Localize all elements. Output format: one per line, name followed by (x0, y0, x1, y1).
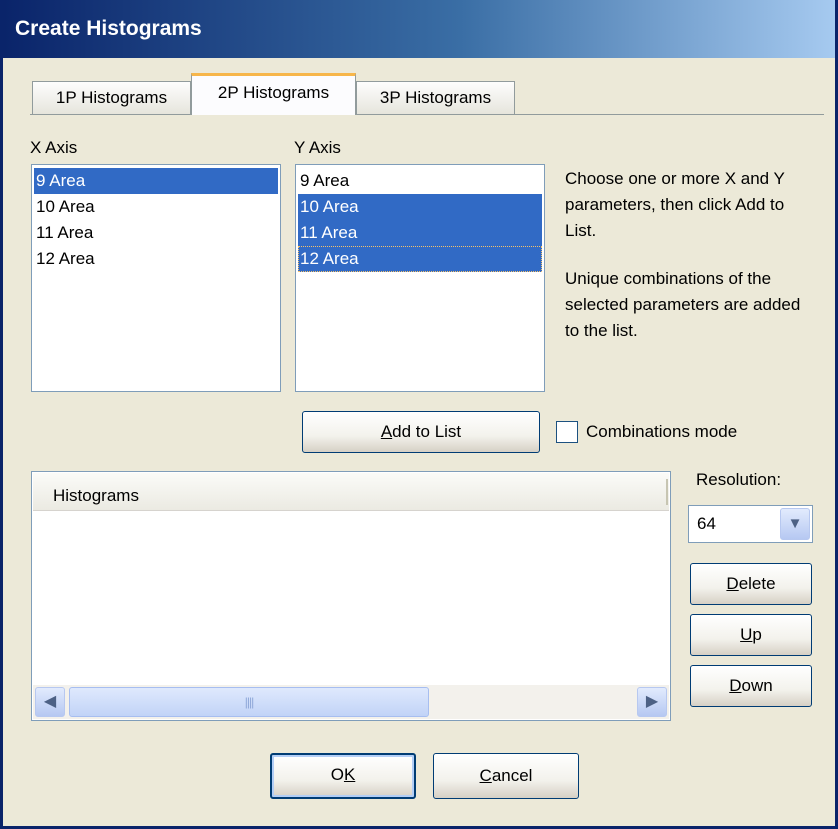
ok-button[interactable]: OK (270, 753, 416, 799)
access-key: C (479, 766, 492, 785)
access-key: K (343, 765, 356, 784)
x-axis-label: X Axis (30, 138, 78, 157)
y-axis-item[interactable]: 9 Area (298, 168, 542, 194)
resolution-value: 64 (697, 514, 716, 533)
button-label: ancel (491, 766, 533, 785)
column-header-label: Histograms (53, 486, 139, 505)
help-paragraph-1: Choose one or more X and Y parameters, t… (565, 169, 785, 240)
button-label: elete (738, 574, 776, 593)
y-axis-item[interactable]: 10 Area (298, 194, 542, 220)
button-label: O (330, 765, 344, 784)
y-axis-listbox[interactable]: 9 Area 10 Area 11 Area 12 Area (295, 164, 545, 392)
tab-3p-histograms[interactable]: 3P Histograms (356, 81, 515, 114)
tab-label: 3P Histograms (379, 88, 492, 107)
chevron-down-icon[interactable]: ▼ (780, 508, 810, 540)
button-label: p (752, 625, 762, 644)
create-histograms-dialog: Create Histograms 1P Histograms 2P Histo… (0, 0, 838, 829)
add-to-list-button[interactable]: Add to List (302, 411, 540, 453)
access-key: D (729, 676, 742, 695)
up-button[interactable]: Up (690, 614, 812, 656)
tab-label: 1P Histograms (55, 88, 168, 107)
button-label: dd to List (392, 422, 462, 441)
column-separator[interactable] (666, 479, 668, 505)
resolution-select[interactable]: 64 ▼ (688, 505, 813, 543)
y-axis-label: Y Axis (294, 138, 341, 157)
y-axis-item[interactable]: 11 Area (298, 220, 542, 246)
scroll-left-icon[interactable]: ◀ (35, 687, 65, 717)
tab-label: 2P Histograms (217, 83, 330, 102)
access-key: U (740, 625, 753, 644)
y-axis-item[interactable]: 12 Area (298, 246, 542, 272)
tab-2p-histograms[interactable]: 2P Histograms (191, 73, 356, 115)
x-axis-listbox[interactable]: 9 Area 10 Area 11 Area 12 Area (31, 164, 281, 392)
combinations-mode-checkbox[interactable] (556, 421, 578, 443)
help-paragraph-2: Unique combinations of the selected para… (565, 269, 801, 340)
access-key: D (726, 574, 739, 593)
x-axis-item[interactable]: 10 Area (34, 194, 278, 220)
horizontal-scrollbar[interactable]: ◀ |||| ▶ (33, 685, 669, 719)
access-key: A (380, 422, 393, 441)
tab-divider (30, 114, 824, 115)
histograms-column-header[interactable]: Histograms (33, 473, 669, 511)
window-title: Create Histograms (15, 17, 202, 40)
cancel-button[interactable]: Cancel (433, 753, 579, 799)
x-axis-item[interactable]: 11 Area (34, 220, 278, 246)
button-label: own (741, 676, 773, 695)
combinations-mode-label[interactable]: Combinations mode (586, 422, 737, 442)
histograms-list[interactable]: Histograms ◀ |||| ▶ (31, 471, 671, 721)
tab-strip: 1P Histograms 2P Histograms 3P Histogram… (30, 73, 824, 117)
down-button[interactable]: Down (690, 665, 812, 707)
title-bar[interactable]: Create Histograms (3, 0, 835, 58)
delete-button[interactable]: Delete (690, 563, 812, 605)
help-text: Choose one or more X and Y parameters, t… (565, 166, 815, 366)
x-axis-item[interactable]: 9 Area (34, 168, 278, 194)
scroll-right-icon[interactable]: ▶ (637, 687, 667, 717)
resolution-label: Resolution: (696, 470, 782, 489)
tab-1p-histograms[interactable]: 1P Histograms (32, 81, 191, 114)
x-axis-item[interactable]: 12 Area (34, 246, 278, 272)
scroll-thumb[interactable]: |||| (69, 687, 429, 717)
